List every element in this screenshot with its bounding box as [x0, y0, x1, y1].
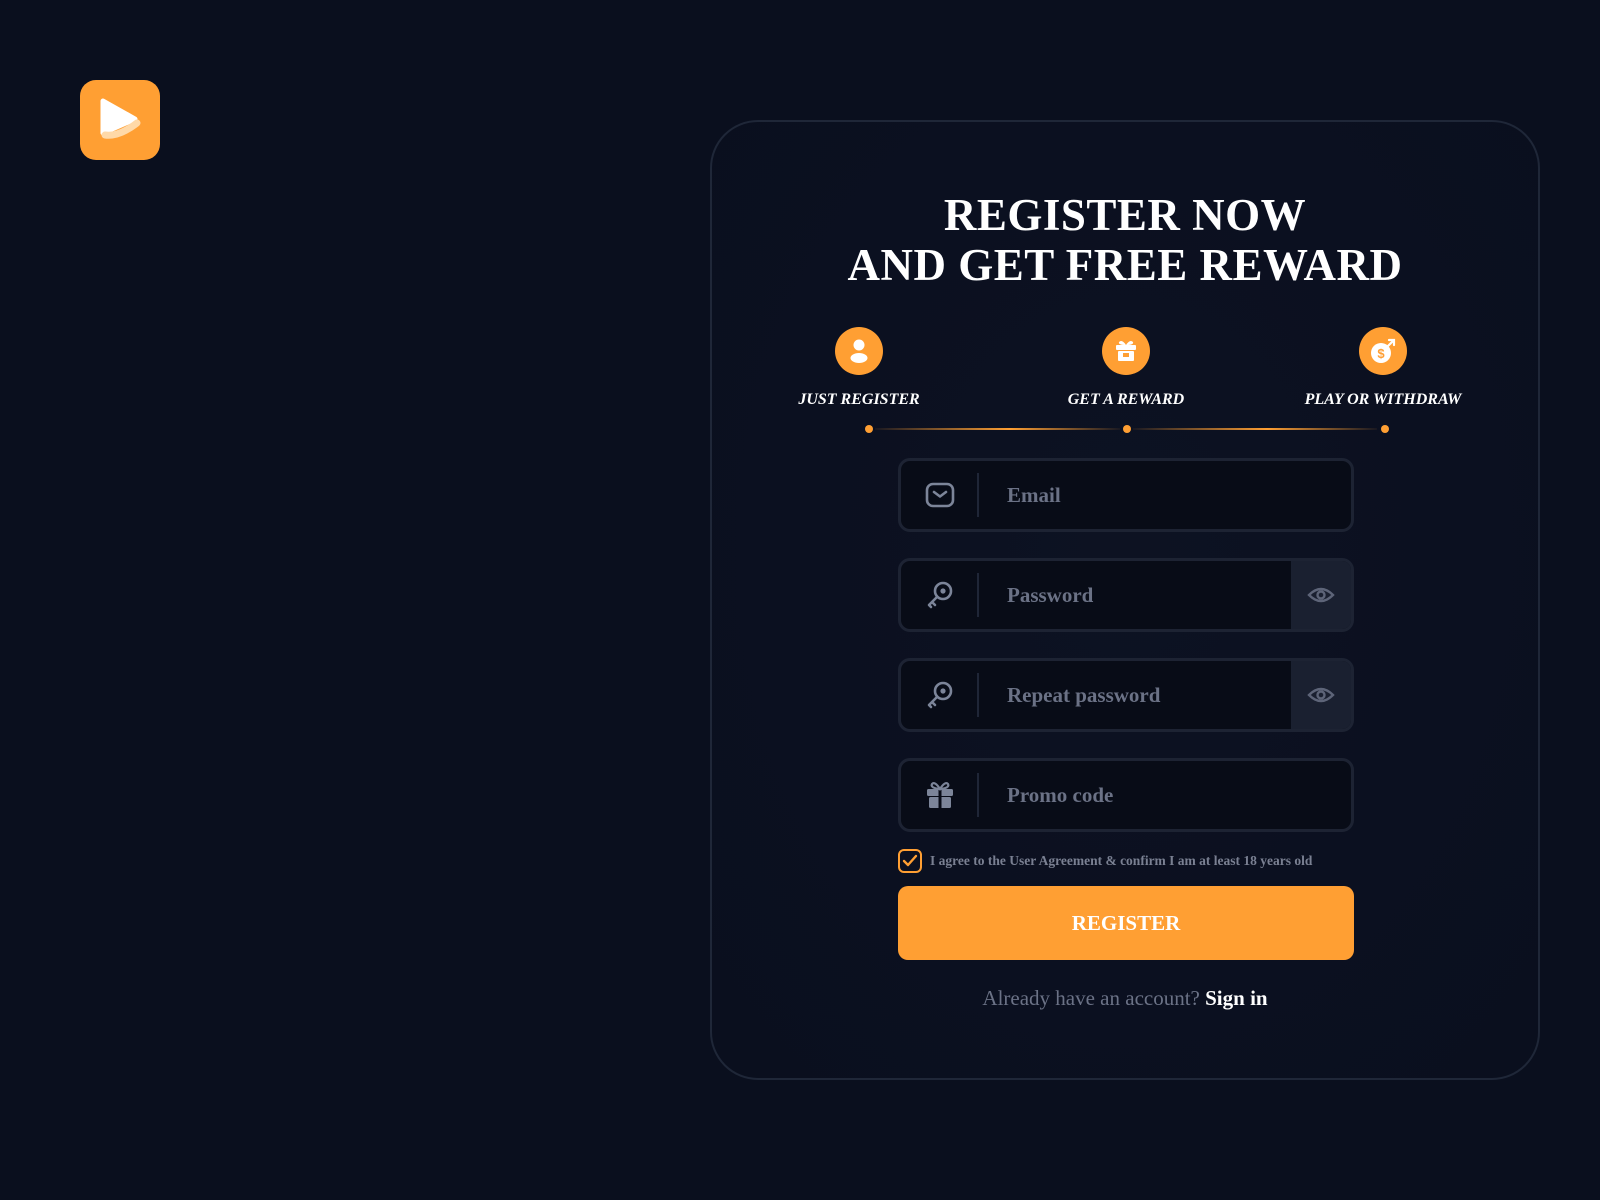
repeat-password-field[interactable] [898, 658, 1354, 732]
step-just-register: JUST REGISTER [749, 327, 969, 409]
step-dot-1 [865, 425, 873, 433]
toggle-password-visibility[interactable] [1291, 561, 1351, 629]
signin-question: Already have an account? [982, 986, 1200, 1010]
email-field[interactable] [898, 458, 1354, 532]
mail-icon [901, 461, 979, 529]
money-bag-icon: $ [1359, 327, 1407, 375]
step-dot-2 [1123, 425, 1131, 433]
toggle-repeat-password-visibility[interactable] [1291, 661, 1351, 729]
register-card: REGISTER NOW AND GET FREE REWARD JUST RE… [710, 120, 1540, 1080]
agreement-checkbox[interactable] [898, 849, 922, 873]
repeat-password-input[interactable] [979, 661, 1291, 729]
agreement-text: I agree to the User Agreement & confirm … [930, 853, 1313, 868]
key-icon [901, 561, 979, 629]
check-icon [902, 854, 918, 867]
signin-link[interactable]: Sign in [1205, 986, 1267, 1010]
step-dot-3 [1381, 425, 1389, 433]
title-line-1: REGISTER NOW [943, 190, 1307, 240]
eye-icon [1307, 587, 1335, 603]
key-icon [901, 661, 979, 729]
step-label: JUST REGISTER [798, 391, 920, 408]
user-icon [835, 327, 883, 375]
password-input[interactable] [979, 561, 1291, 629]
signin-row: Already have an account? Sign in [712, 986, 1538, 1011]
app-logo[interactable] [80, 80, 160, 160]
step-get-reward: GET A REWARD [1016, 327, 1236, 409]
promo-code-input[interactable] [979, 761, 1351, 829]
gift-box-icon [1102, 327, 1150, 375]
step-line-1 [875, 428, 1120, 430]
play-logo-icon [100, 98, 141, 139]
register-button[interactable]: REGISTER [898, 886, 1354, 960]
eye-icon [1307, 687, 1335, 703]
step-play-withdraw: $ PLAY OR WITHDRAW [1273, 327, 1493, 409]
email-input[interactable] [979, 461, 1351, 529]
step-line-2 [1133, 428, 1377, 430]
password-field[interactable] [898, 558, 1354, 632]
step-label: PLAY OR WITHDRAW [1304, 391, 1462, 408]
title-line-2: AND GET FREE REWARD [847, 240, 1403, 290]
svg-text:$: $ [1377, 346, 1385, 361]
agreement-row: I agree to the User Agreement & confirm … [898, 849, 1358, 873]
form-title: REGISTER NOW AND GET FREE REWARD [712, 190, 1538, 290]
promo-code-field[interactable] [898, 758, 1354, 832]
step-label: GET A REWARD [1067, 391, 1185, 408]
gift-icon [901, 761, 979, 829]
